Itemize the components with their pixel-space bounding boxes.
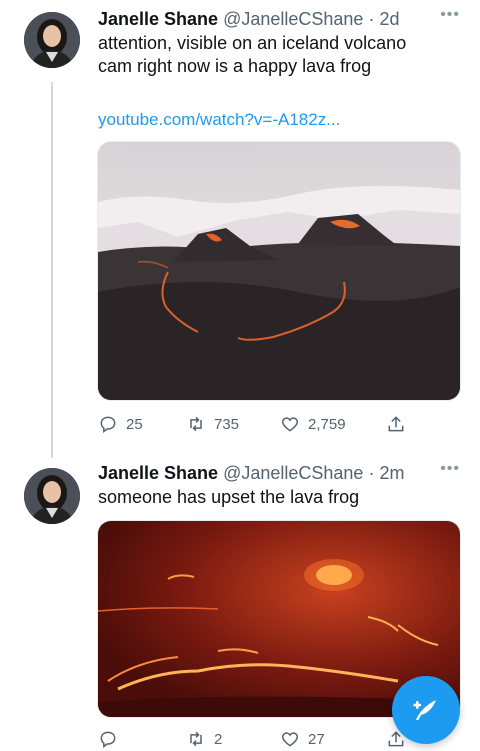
handle[interactable]: @JanelleCShane — [223, 9, 363, 29]
tweet-text: attention, visible on an iceland volcano… — [98, 32, 464, 78]
retweet-icon — [190, 731, 202, 747]
tweet-link[interactable]: youtube.com/watch?v=-A182z... — [98, 110, 340, 130]
display-name[interactable]: Janelle Shane — [98, 9, 218, 29]
separator: · — [368, 9, 375, 29]
reply-icon — [100, 731, 116, 748]
retweet-count: 2 — [214, 730, 223, 748]
like-count: 2,759 — [308, 415, 346, 433]
separator: · — [368, 463, 375, 483]
heart-icon — [281, 417, 299, 432]
share-button[interactable] — [386, 414, 406, 434]
like-button[interactable]: 27 — [280, 729, 386, 749]
display-name[interactable]: Janelle Shane — [98, 463, 218, 483]
compose-icon — [413, 700, 436, 720]
share-icon — [388, 416, 404, 432]
tweet-header: Janelle Shane @JanelleCShane · 2m ••• — [98, 460, 464, 484]
avatar[interactable] — [24, 12, 80, 68]
more-icon[interactable]: ••• — [440, 458, 460, 480]
tweet-text: someone has upset the lava frog — [98, 486, 464, 509]
compose-button[interactable] — [392, 676, 460, 744]
like-count: 27 — [308, 730, 325, 748]
reply-icon — [100, 416, 116, 433]
heart-icon — [281, 732, 299, 747]
avatar[interactable] — [24, 468, 80, 524]
tweet-text-line: cam right now is a happy lava frog — [98, 56, 372, 76]
retweet-button[interactable]: 735 — [186, 414, 280, 434]
like-button[interactable]: 2,759 — [280, 414, 386, 434]
reply-button[interactable] — [98, 729, 186, 749]
more-icon[interactable]: ••• — [440, 4, 460, 26]
tweet-text-line: attention, visible on an iceland volcano — [98, 33, 407, 53]
thread-connector-line — [51, 82, 53, 458]
volcano-landscape-photo[interactable] — [97, 141, 461, 401]
reply-count: 25 — [126, 415, 143, 433]
timestamp[interactable]: 2d — [379, 9, 399, 29]
tweet-actions: 2 27 — [98, 727, 450, 751]
retweet-count: 735 — [214, 415, 240, 433]
reply-button[interactable]: 25 — [98, 414, 186, 434]
tweet-header: Janelle Shane @JanelleCShane · 2d ••• — [98, 6, 464, 30]
timestamp[interactable]: 2m — [379, 463, 404, 483]
tweet: Janelle Shane @JanelleCShane · 2m ••• so… — [98, 460, 464, 509]
tweet: Janelle Shane @JanelleCShane · 2d ••• at… — [98, 6, 464, 78]
retweet-icon — [190, 416, 202, 432]
tweet-actions: 25 735 2,759 — [98, 412, 450, 436]
handle[interactable]: @JanelleCShane — [223, 463, 363, 483]
retweet-button[interactable]: 2 — [186, 729, 280, 749]
tweet-text-line: someone has upset the lava frog — [98, 487, 360, 507]
